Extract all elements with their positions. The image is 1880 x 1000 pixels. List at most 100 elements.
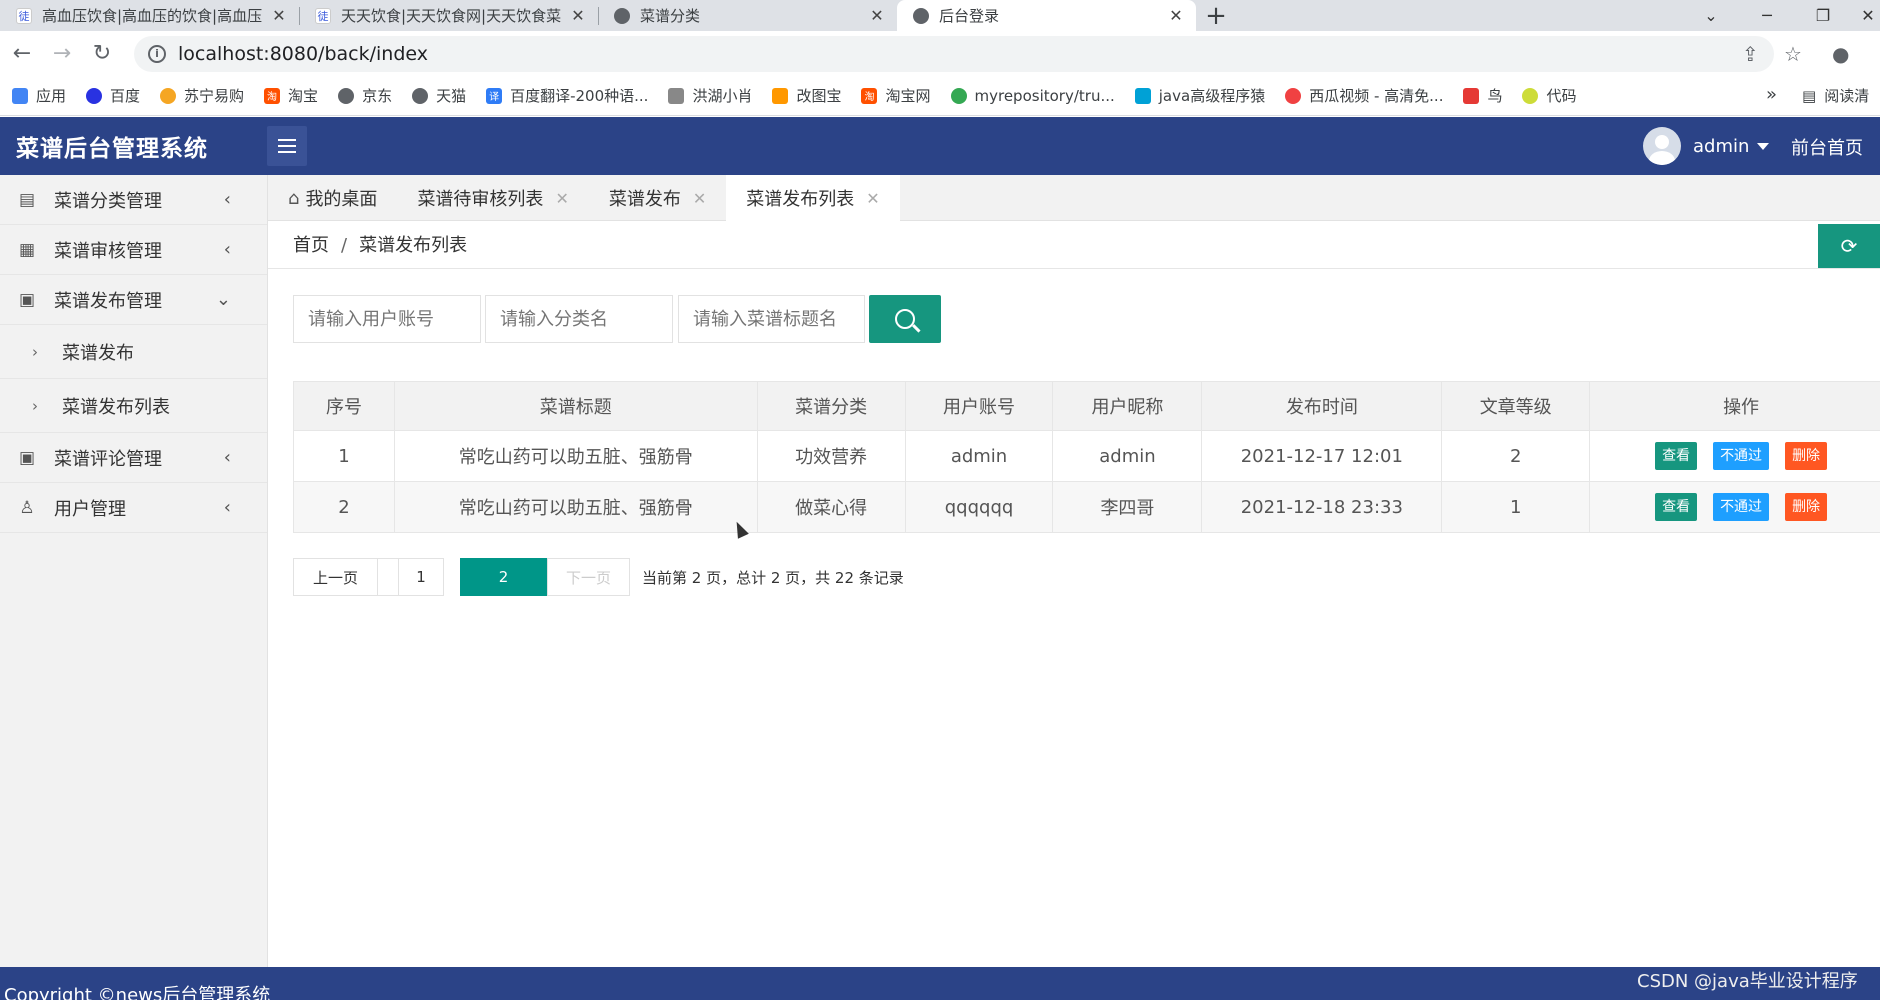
bookmark[interactable]: 西瓜视频 - 高清免...: [1285, 85, 1443, 106]
bookmark[interactable]: 京东: [338, 85, 392, 106]
bookmark[interactable]: myrepository/tru...: [950, 87, 1115, 105]
cell-no: 1: [293, 430, 395, 482]
profile-icon[interactable]: ●: [1832, 31, 1849, 76]
browser-tab-4[interactable]: 后台登录 ✕: [897, 0, 1196, 31]
new-tab-button[interactable]: +: [1196, 0, 1236, 31]
avatar: [1643, 127, 1681, 165]
bookmark-label: 京东: [362, 87, 393, 105]
close-icon[interactable]: ✕: [555, 189, 568, 208]
reading-list-icon: ▤: [1802, 87, 1817, 105]
star-icon[interactable]: ☆: [1784, 31, 1802, 76]
tab-label: 菜谱发布列表: [746, 189, 855, 210]
reading-list-button[interactable]: ▤ 阅读清: [1802, 85, 1869, 106]
bookmark[interactable]: 淘淘宝网: [861, 85, 931, 106]
close-window-icon[interactable]: ✕: [1856, 0, 1880, 31]
bookmark-apps[interactable]: 应用: [12, 85, 66, 106]
delete-button[interactable]: 删除: [1785, 442, 1828, 470]
bookmark[interactable]: 洪湖小肖: [668, 85, 752, 106]
bookmarks-more-button[interactable]: »: [1766, 84, 1777, 105]
translate-icon: 译: [486, 87, 503, 104]
column-header: 用户昵称: [1052, 381, 1203, 431]
view-button[interactable]: 查看: [1655, 442, 1698, 470]
browser-tab-title: 后台登录: [939, 7, 1000, 25]
user-menu[interactable]: admin: [1643, 127, 1770, 165]
reload-icon[interactable]: ↻: [84, 36, 120, 72]
sidebar-subitem-label: 菜谱发布: [62, 342, 134, 364]
title-search-input[interactable]: [678, 295, 865, 343]
bookmark[interactable]: 译百度翻译-200种语...: [486, 85, 648, 106]
category-search-input[interactable]: [485, 295, 673, 343]
tab-desktop[interactable]: ⌂ 我的桌面: [268, 175, 397, 221]
reject-button[interactable]: 不通过: [1713, 442, 1770, 470]
bookmark[interactable]: 代码: [1522, 85, 1577, 106]
restore-icon[interactable]: ❐: [1800, 0, 1846, 31]
minimize-icon[interactable]: ─: [1744, 0, 1790, 31]
bookmark-label: 西瓜视频 - 高清免...: [1309, 87, 1444, 105]
copyright: Copyright ©news后台管理系统: [4, 985, 271, 1000]
delete-button[interactable]: 删除: [1785, 493, 1828, 521]
forward-icon[interactable]: →: [44, 36, 80, 72]
bookmark-label: 淘宝: [288, 87, 319, 105]
tab-publish[interactable]: 菜谱发布 ✕: [589, 175, 726, 221]
bookmark-icon: [668, 87, 685, 104]
browser-tab-1[interactable]: 徒 高血压饮食|高血压的饮食|高血压 ✕: [0, 0, 299, 31]
page-button[interactable]: 1: [398, 558, 444, 596]
sidebar-item-user-mgmt[interactable]: ♙ 用户管理 ‹: [0, 483, 267, 533]
cell-category: 做菜心得: [756, 481, 906, 533]
table-icon: ▦: [18, 239, 36, 260]
reject-button[interactable]: 不通过: [1713, 493, 1770, 521]
refresh-icon: ⟳: [1840, 234, 1858, 258]
address-bar-row: ← → ↻ i localhost:8080/back/index: [0, 31, 1880, 76]
chevron-down-icon: ⌄: [215, 289, 231, 310]
close-icon[interactable]: ✕: [1168, 6, 1184, 25]
close-icon[interactable]: ✕: [866, 189, 879, 208]
browser-tab-3[interactable]: 菜谱分类 ✕: [598, 0, 897, 31]
tab-search-icon[interactable]: ⌄: [1688, 0, 1734, 31]
close-icon[interactable]: ✕: [570, 6, 586, 25]
url-field[interactable]: i localhost:8080/back/index: [134, 35, 1774, 72]
breadcrumb-home[interactable]: 首页: [293, 235, 329, 256]
tab-label: 菜谱待审核列表: [417, 189, 544, 210]
close-icon[interactable]: ✕: [271, 6, 287, 25]
browser-tab-2[interactable]: 徒 天天饮食|天天饮食网|天天饮食菜 ✕: [299, 0, 598, 31]
front-home-link[interactable]: 前台首页: [1791, 134, 1863, 160]
bookmark-label: 代码: [1546, 87, 1577, 105]
sidebar-subitem-publish[interactable]: › 菜谱发布: [0, 325, 267, 379]
breadcrumb-separator: /: [341, 235, 348, 256]
info-icon[interactable]: i: [148, 44, 166, 63]
bookmark[interactable]: 改图宝: [772, 85, 841, 106]
username: admin: [1693, 135, 1750, 157]
bookmark[interactable]: java高级程序猿: [1134, 85, 1265, 106]
close-icon[interactable]: ✕: [693, 189, 706, 208]
view-button[interactable]: 查看: [1655, 493, 1698, 521]
sidebar-subitem-label: 菜谱发布列表: [62, 396, 170, 418]
watermark: CSDN @java毕业设计程序: [1637, 971, 1858, 992]
sidebar-item-label: 菜谱评论管理: [54, 448, 162, 470]
close-icon[interactable]: ✕: [869, 6, 885, 25]
bookmark[interactable]: 淘淘宝: [264, 85, 318, 106]
sidebar-item-comment-mgmt[interactable]: ▣ 菜谱评论管理 ‹: [0, 433, 267, 483]
bookmark[interactable]: 苏宁易购: [160, 85, 244, 106]
column-header: 菜谱标题: [393, 381, 758, 431]
sidebar-item-review-mgmt[interactable]: ▦ 菜谱审核管理 ‹: [0, 225, 267, 275]
tab-publish-list[interactable]: 菜谱发布列表 ✕: [726, 175, 900, 221]
tab-pending-review[interactable]: 菜谱待审核列表 ✕: [397, 175, 588, 221]
bookmark-label: 天猫: [436, 87, 467, 105]
next-page-button[interactable]: 下一页: [547, 558, 630, 596]
cell-nickname: admin: [1052, 430, 1203, 482]
share-icon[interactable]: ⇪: [1742, 31, 1759, 76]
bookmark[interactable]: 百度: [86, 85, 140, 106]
sidebar-item-publish-mgmt[interactable]: ▣ 菜谱发布管理 ⌄: [0, 275, 267, 325]
search-button[interactable]: [869, 295, 941, 343]
back-icon[interactable]: ←: [4, 36, 40, 72]
current-page-button[interactable]: 2: [460, 558, 547, 596]
prev-page-button[interactable]: 上一页: [293, 558, 378, 596]
bookmark[interactable]: 天猫: [412, 85, 466, 106]
refresh-button[interactable]: ⟳: [1818, 224, 1880, 268]
menu-toggle-button[interactable]: [267, 126, 307, 166]
bookmark[interactable]: 鸟: [1463, 85, 1502, 106]
account-search-input[interactable]: [293, 295, 481, 343]
sidebar-subitem-publish-list[interactable]: › 菜谱发布列表: [0, 379, 267, 433]
sidebar-item-category-mgmt[interactable]: ▤ 菜谱分类管理 ‹: [0, 175, 267, 225]
table-row: 2 常吃山药可以助五脏、强筋骨 做菜心得 qqqqqq 李四哥 2021-12-…: [293, 481, 1880, 533]
